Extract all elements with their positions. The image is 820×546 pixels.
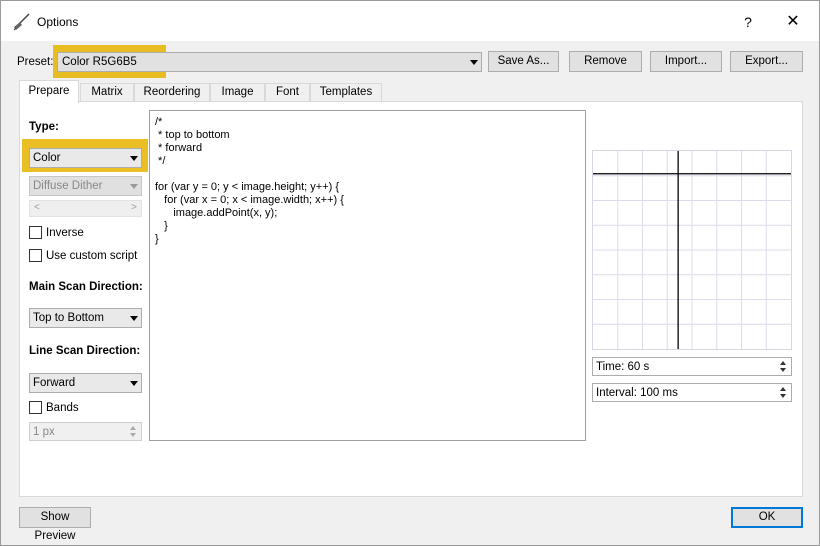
inverse-label: Inverse	[46, 227, 84, 239]
line-scan-value: Forward	[33, 377, 76, 389]
spin-buttons[interactable]	[777, 359, 790, 374]
scan-preview-grid	[592, 150, 792, 350]
scroll-right-icon: >	[131, 202, 137, 213]
main-scan-label: Main Scan Direction:	[29, 281, 143, 293]
remove-button[interactable]: Remove	[569, 51, 642, 72]
tab-font[interactable]: Font	[265, 83, 310, 102]
spin-buttons[interactable]	[777, 385, 790, 400]
custom-script-label: Use custom script	[46, 250, 138, 262]
main-scan-value: Top to Bottom	[33, 312, 104, 324]
arrow-up-icon	[780, 361, 786, 365]
type-dropdown[interactable]: Color	[29, 148, 142, 168]
chevron-down-icon	[130, 156, 138, 161]
type-value: Color	[33, 152, 61, 164]
scroll-left-icon: <	[34, 202, 40, 213]
arrow-down-icon	[780, 394, 786, 398]
bands-value: 1 px	[33, 426, 55, 438]
arrow-up-icon	[130, 426, 136, 430]
type-label: Type:	[29, 121, 59, 133]
line-scan-dropdown[interactable]: Forward	[29, 373, 142, 393]
chevron-down-icon	[130, 184, 138, 189]
preset-dropdown[interactable]: Color R5G6B5	[57, 52, 482, 72]
show-preview-button[interactable]: Show Preview	[19, 507, 91, 542]
time-spinbox[interactable]: Time: 60 s	[592, 357, 792, 376]
ok-button[interactable]: OK	[731, 507, 803, 528]
line-scan-label: Line Scan Direction:	[29, 345, 141, 357]
chevron-down-icon	[470, 60, 478, 65]
tab-templates[interactable]: Templates	[310, 83, 382, 102]
save-as-button[interactable]: Save As...	[488, 51, 559, 72]
interval-spinbox[interactable]: Interval: 100 ms	[592, 383, 792, 402]
interval-value: Interval: 100 ms	[596, 387, 678, 399]
dither-dropdown: Diffuse Dither	[29, 176, 142, 196]
preset-label: Preset:	[17, 56, 54, 68]
tab-reordering[interactable]: Reordering	[134, 83, 210, 102]
tab-image[interactable]: Image	[210, 83, 265, 102]
window-title: Options	[37, 15, 79, 29]
help-button[interactable]: ?	[737, 11, 759, 33]
preset-value: Color R5G6B5	[62, 56, 137, 68]
bands-label: Bands	[46, 402, 79, 414]
bands-spinbox: 1 px	[29, 422, 142, 441]
title-bar: Options ? ✕	[1, 1, 819, 41]
broom-icon	[13, 13, 30, 31]
close-button[interactable]: ✕	[781, 11, 805, 33]
inverse-checkbox[interactable]	[29, 226, 42, 239]
export-button[interactable]: Export...	[730, 51, 803, 72]
spin-buttons	[127, 424, 140, 439]
chevron-down-icon	[130, 381, 138, 386]
dither-scrollbar: < >	[29, 200, 142, 217]
tab-matrix[interactable]: Matrix	[80, 83, 134, 102]
options-dialog: Options ? ✕ Preset: Color R5G6B5 Save As…	[0, 0, 820, 546]
arrow-down-icon	[130, 433, 136, 437]
script-text: /* * top to bottom * forward */ for (var…	[155, 116, 344, 245]
import-button[interactable]: Import...	[650, 51, 722, 72]
main-scan-dropdown[interactable]: Top to Bottom	[29, 308, 142, 328]
arrow-up-icon	[780, 387, 786, 391]
script-editor[interactable]: /* * top to bottom * forward */ for (var…	[149, 110, 586, 441]
grid-lines	[593, 151, 791, 349]
chevron-down-icon	[130, 316, 138, 321]
tab-prepare[interactable]: Prepare	[19, 80, 79, 103]
time-value: Time: 60 s	[596, 361, 650, 373]
arrow-down-icon	[780, 368, 786, 372]
custom-script-checkbox[interactable]	[29, 249, 42, 262]
dither-value: Diffuse Dither	[33, 180, 103, 192]
bands-checkbox[interactable]	[29, 401, 42, 414]
